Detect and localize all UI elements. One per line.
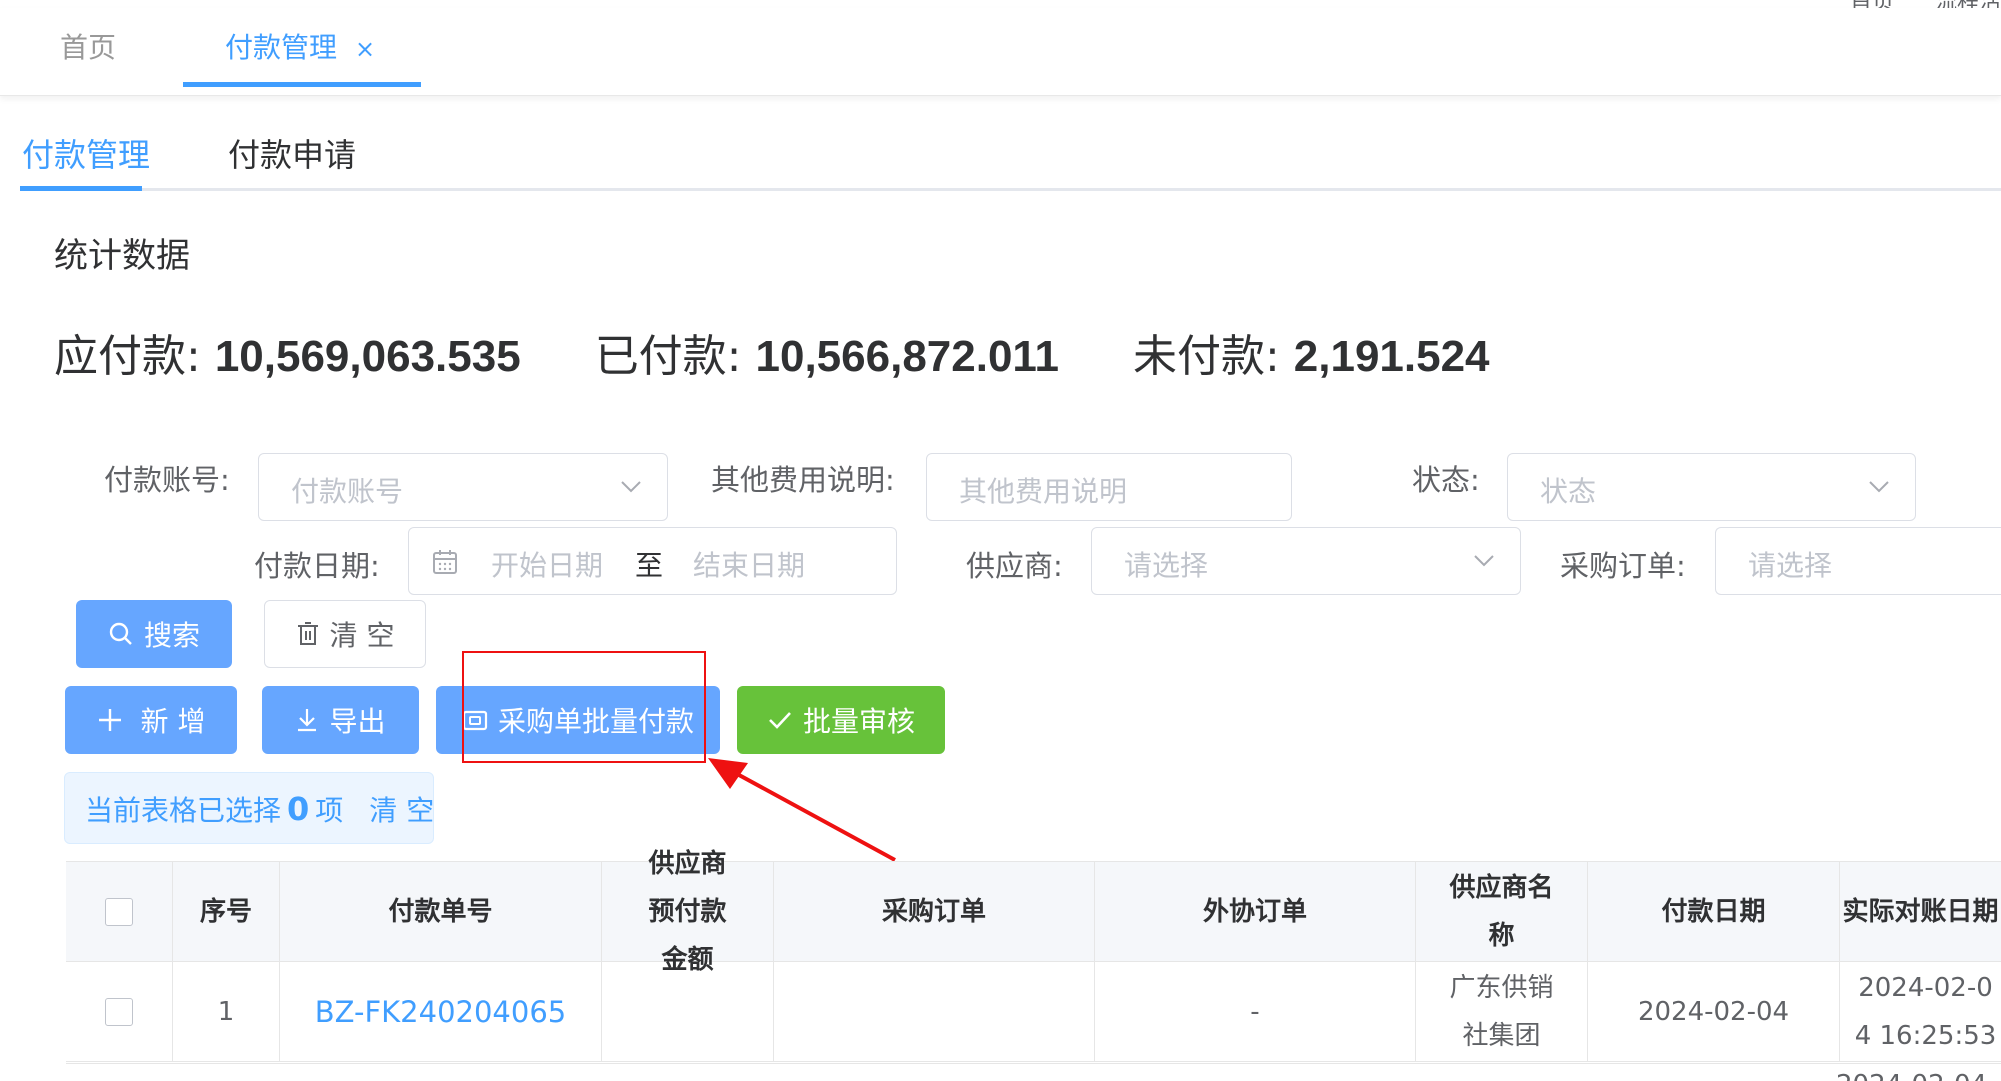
- download-icon: [298, 709, 317, 732]
- purchase-order-label: 采购订单:: [1560, 549, 1686, 583]
- tab-payment-request[interactable]: 付款申请: [228, 130, 356, 176]
- table-cell: 2024-02-04: [1588, 962, 1840, 1062]
- table-cell: 2024-02-04 16:25:53: [1840, 962, 2001, 1062]
- stat-paid: 已付款: 10,566,872.011: [594, 331, 1059, 382]
- column-header: 供应商名称: [1416, 862, 1588, 962]
- stat-payable: 应付款: 10,569,063.535: [54, 331, 521, 382]
- tab-payment-management[interactable]: 付款管理: [22, 130, 150, 176]
- column-header: 序号: [173, 862, 280, 962]
- tag-home[interactable]: 首页: [60, 26, 116, 66]
- table-row: 2024-02-04 1: [66, 1063, 2001, 1081]
- column-header: 采购订单: [774, 862, 1095, 962]
- export-button[interactable]: 导出: [262, 686, 419, 754]
- highlight-box: [462, 651, 706, 763]
- row-checkbox[interactable]: [105, 997, 133, 1026]
- table-cell: -: [1095, 962, 1416, 1062]
- active-tab-indicator: [20, 186, 142, 191]
- table-cell: [602, 962, 774, 1062]
- add-button[interactable]: 新 增: [65, 686, 237, 754]
- range-separator: 至: [635, 549, 664, 582]
- chevron-down-icon: [1869, 481, 1889, 493]
- payment-code-link[interactable]: BZ-FK240204065: [280, 962, 602, 1062]
- payment-date-range[interactable]: 开始日期 至 结束日期: [408, 527, 897, 595]
- section-title: 统计数据: [54, 236, 190, 276]
- status-select[interactable]: 状态: [1507, 453, 1916, 521]
- calendar-icon: [433, 550, 457, 574]
- search-button[interactable]: 搜索: [76, 600, 232, 668]
- column-header: 付款单号: [280, 862, 602, 962]
- payment-date-label: 付款日期:: [254, 549, 380, 583]
- select-all-checkbox[interactable]: [105, 897, 133, 926]
- row-checkbox-cell: [66, 962, 173, 1062]
- selection-clear-link[interactable]: 清 空: [369, 794, 434, 827]
- supplier-label: 供应商:: [966, 549, 1063, 583]
- supplier-select[interactable]: 请选择: [1091, 527, 1521, 595]
- batch-review-button[interactable]: 批量审核: [737, 686, 945, 754]
- search-icon: [109, 622, 132, 645]
- table-cell: [774, 962, 1095, 1062]
- header-checkbox-cell: [66, 862, 173, 962]
- status-label: 状态:: [1412, 463, 1480, 497]
- account-select[interactable]: 付款账号: [258, 453, 668, 521]
- tag-payment-management[interactable]: 付款管理 ×: [225, 26, 375, 66]
- column-header: 外协订单: [1095, 862, 1416, 962]
- chevron-down-icon: [1474, 555, 1494, 567]
- purchase-order-select[interactable]: 请选择: [1715, 527, 2001, 595]
- other-fee-label: 其他费用说明:: [711, 463, 895, 497]
- other-fee-input[interactable]: 其他费用说明: [926, 453, 1292, 521]
- column-header: 付款日期: [1588, 862, 1840, 962]
- table-cell: 1: [173, 962, 280, 1062]
- subtabs-divider: [20, 188, 2001, 191]
- stat-unpaid: 未付款: 2,191.524: [1132, 331, 1490, 382]
- column-header: 供应商预付款金额: [602, 849, 774, 975]
- end-date-input[interactable]: 结束日期: [693, 544, 805, 584]
- selected-count: 0: [287, 790, 310, 828]
- account-label: 付款账号:: [104, 463, 230, 497]
- active-tag-indicator: [183, 82, 421, 87]
- close-icon[interactable]: ×: [355, 35, 375, 63]
- payment-table: 序号 付款单号 供应商预付款金额 采购订单 外协订单 供应商名称 付款日期 实际…: [66, 849, 2001, 1081]
- tag-label: 付款管理: [225, 31, 338, 64]
- selection-info: 当前表格已选择 0 项清 空: [64, 772, 434, 844]
- check-icon: [769, 712, 791, 729]
- clear-button[interactable]: 清 空: [264, 600, 426, 668]
- trash-icon: [297, 622, 318, 645]
- column-header: 实际对账日期: [1840, 862, 2001, 962]
- chevron-down-icon: [621, 481, 641, 493]
- stats-summary: 应付款: 10,569,063.535 已付款: 10,566,872.011 …: [54, 320, 1550, 384]
- start-date-input[interactable]: 开始日期: [491, 544, 603, 584]
- plus-icon: [98, 709, 121, 731]
- table-cell: 广东供销社集团: [1416, 962, 1588, 1062]
